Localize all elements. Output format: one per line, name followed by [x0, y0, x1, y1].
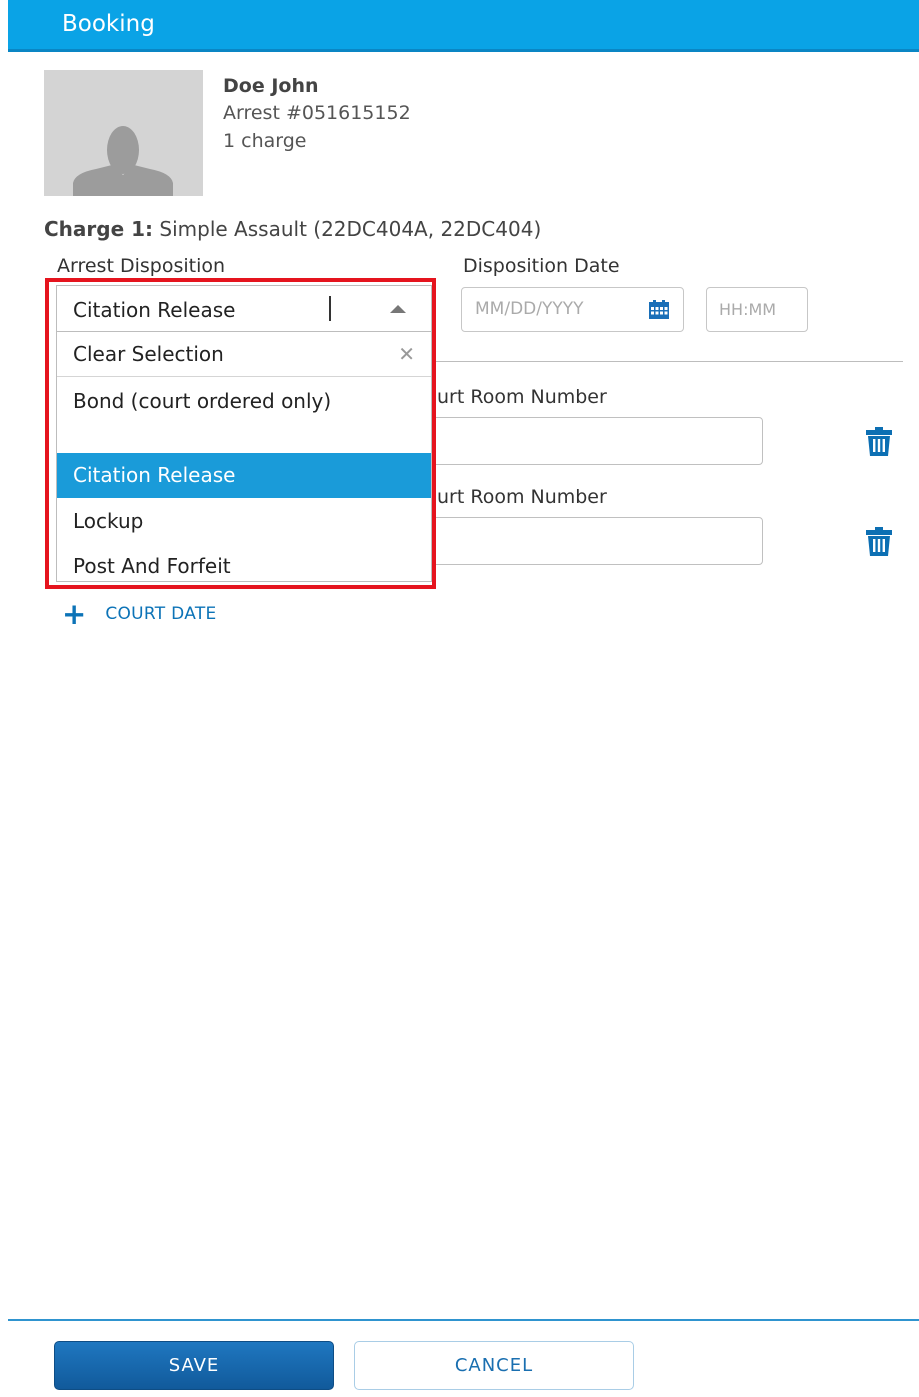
- charge-heading: Charge 1: Simple Assault (22DC404A, 22DC…: [44, 217, 541, 241]
- charge-label: Charge 1:: [44, 217, 154, 241]
- arrest-number: Arrest #051615152: [223, 102, 411, 124]
- court-room-number-input[interactable]: [420, 517, 763, 565]
- add-court-date-button[interactable]: + COURT DATE: [62, 596, 217, 631]
- charge-count: 1 charge: [223, 130, 307, 152]
- dropdown-option-selected[interactable]: Citation Release: [57, 453, 431, 498]
- header-bar: Booking: [8, 0, 919, 52]
- trash-icon[interactable]: [866, 527, 892, 556]
- time-placeholder: HH:MM: [719, 300, 777, 319]
- close-icon[interactable]: ✕: [398, 332, 415, 377]
- court-room-number-label: urt Room Number: [437, 386, 607, 408]
- plus-icon: +: [62, 596, 87, 631]
- add-court-date-label: COURT DATE: [105, 604, 217, 624]
- disposition-date-label: Disposition Date: [463, 255, 620, 277]
- avatar: [44, 70, 203, 196]
- disposition-time-input[interactable]: HH:MM: [706, 287, 808, 332]
- dropdown-option[interactable]: Lockup: [57, 503, 431, 539]
- selected-value: Citation Release: [73, 298, 236, 322]
- court-room-number-input[interactable]: [420, 417, 763, 465]
- person-name: Doe John: [223, 75, 319, 97]
- save-button[interactable]: SAVE: [54, 1341, 334, 1390]
- clear-selection-label: Clear Selection: [73, 342, 224, 366]
- person-placeholder-icon: [73, 126, 173, 196]
- calendar-icon[interactable]: [649, 300, 669, 319]
- cancel-button[interactable]: CANCEL: [354, 1341, 634, 1390]
- disposition-date-input[interactable]: MM/DD/YYYY: [461, 287, 684, 332]
- dropdown-menu: Clear Selection ✕ Bond (court ordered on…: [56, 332, 432, 582]
- charge-description: Simple Assault (22DC404A, 22DC404): [159, 217, 542, 241]
- clear-selection-option[interactable]: Clear Selection ✕: [57, 332, 431, 377]
- court-room-number-label: urt Room Number: [437, 486, 607, 508]
- arrest-disposition-label: Arrest Disposition: [57, 255, 226, 277]
- dropdown-option[interactable]: Post And Forfeit: [57, 548, 431, 584]
- text-cursor: [329, 296, 331, 321]
- section-divider: [430, 361, 903, 362]
- date-placeholder: MM/DD/YYYY: [475, 299, 584, 319]
- page-title: Booking: [62, 11, 155, 37]
- chevron-up-icon[interactable]: [390, 305, 406, 313]
- dropdown-option[interactable]: Bond (court ordered only): [57, 387, 357, 416]
- trash-icon[interactable]: [866, 427, 892, 456]
- arrest-disposition-select[interactable]: Citation Release: [56, 285, 432, 332]
- footer-divider: [8, 1319, 919, 1321]
